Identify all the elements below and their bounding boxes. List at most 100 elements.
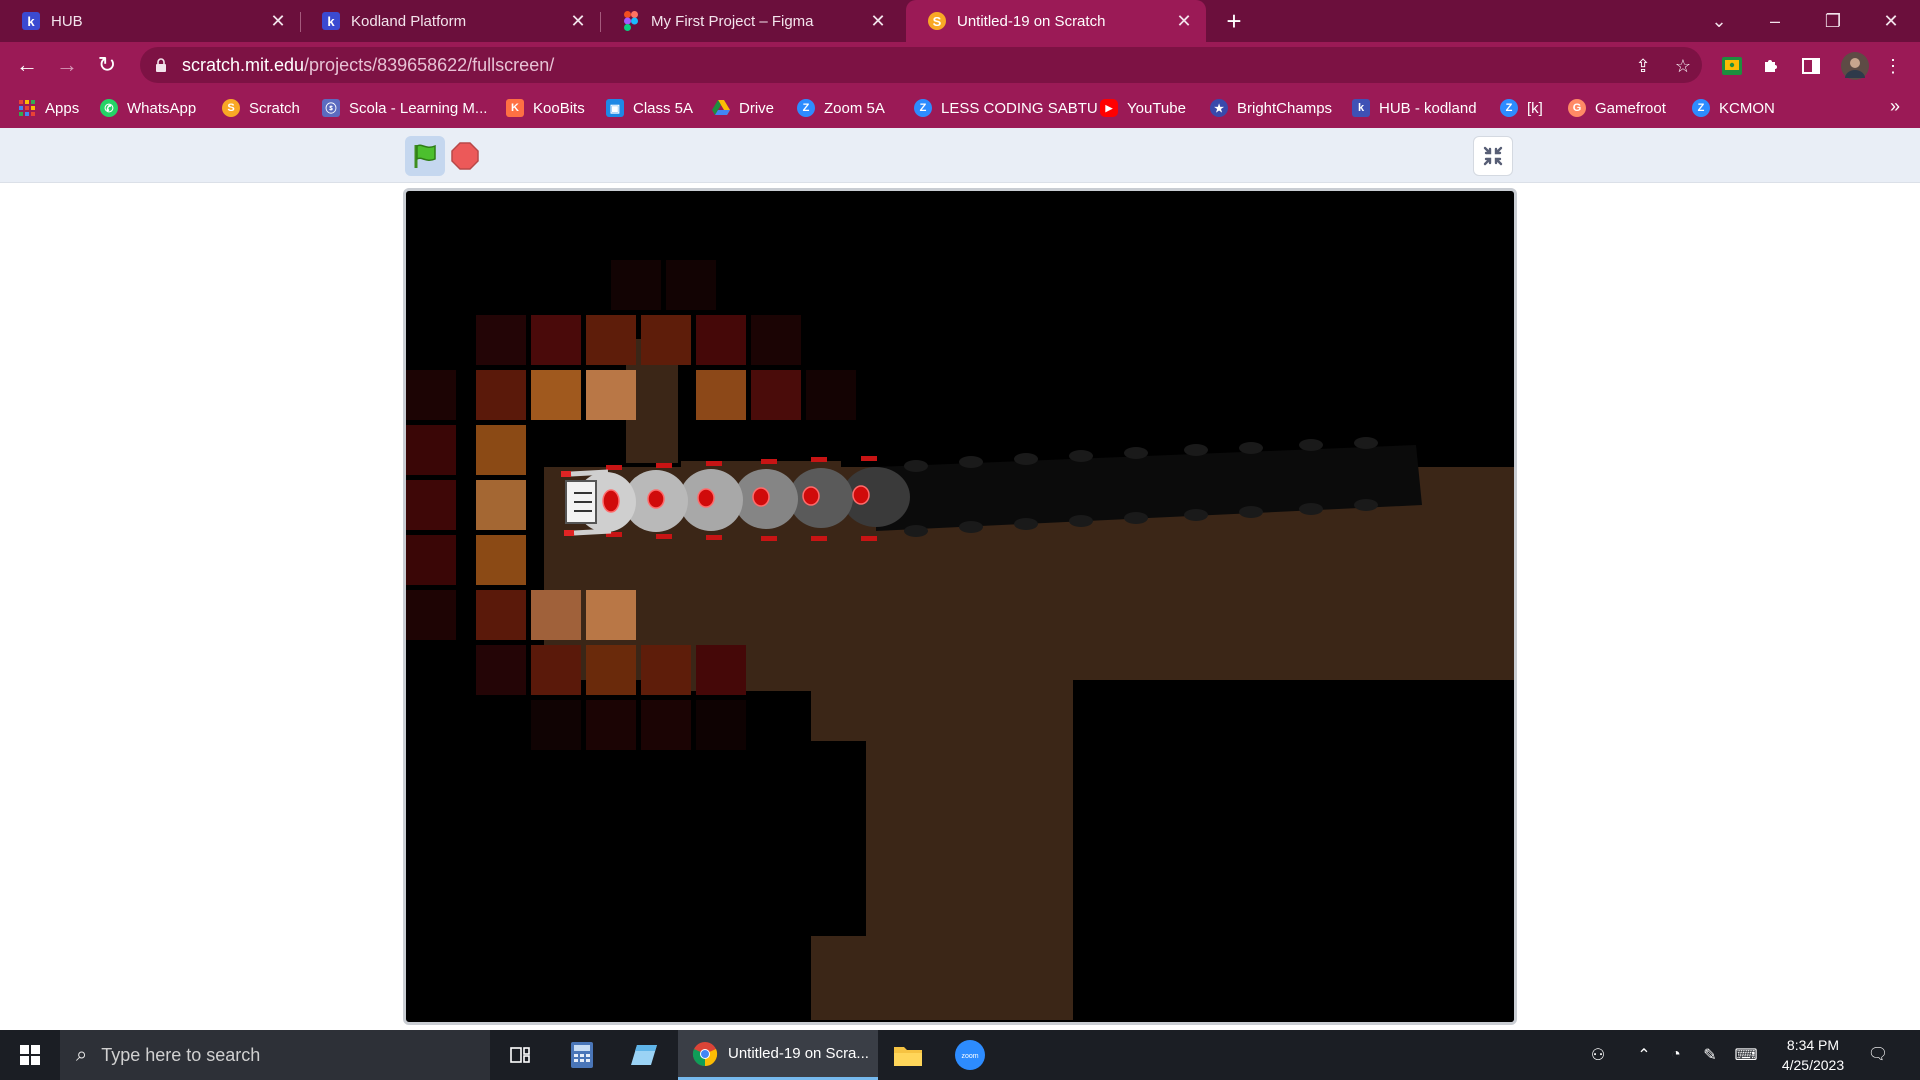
bookmark-label: HUB - kodland [1379,99,1477,117]
bookmark-koobits[interactable]: K KooBits [506,96,585,120]
zoom-app[interactable]: zoom [950,1030,990,1080]
close-icon[interactable]: ✕ [868,11,888,31]
tab-title: Untitled-19 on Scratch [957,12,1106,30]
figma-icon [622,11,640,31]
calculator-app[interactable] [562,1030,602,1080]
green-flag-button[interactable] [405,136,445,176]
close-icon[interactable]: ✕ [568,11,588,31]
zoom-icon: Z [797,99,815,117]
restore-button[interactable]: ❐ [1810,0,1856,42]
bookmark-label: Drive [739,99,775,117]
tab-strip: k HUB ✕ k Kodland Platform ✕ My First Pr… [0,0,1920,42]
file-explorer-app[interactable] [888,1030,928,1080]
bookmark-label: Zoom 5A [824,99,885,117]
whatsapp-icon: ✆ [100,99,118,117]
bookmark-scratch[interactable]: S Scratch [222,96,300,120]
kodland-icon: k [322,12,340,30]
close-window-button[interactable]: ✕ [1868,0,1914,42]
dark-block [736,786,866,936]
bookmarks-bar: Apps ✆ WhatsApp S Scratch ⓢ Scola - Lear… [0,88,1920,128]
tab-hub[interactable]: k HUB ✕ [0,0,300,42]
extensions-puzzle-icon[interactable] [1760,55,1782,77]
bookmark-apps[interactable]: Apps [18,96,79,120]
touch-keyboard-icon[interactable]: ⌨ [1734,1044,1758,1066]
menu-kebab-icon[interactable]: ⋮ [1882,55,1904,77]
bookmark-star-icon[interactable]: ☆ [1672,55,1694,77]
clock-date: 4/25/2023 [1781,1057,1845,1073]
bookmark-k[interactable]: Z [k] [1500,96,1543,120]
scratch-player-header [0,128,1920,183]
bookmark-whatsapp[interactable]: ✆ WhatsApp [100,96,196,120]
calculator-icon [571,1042,593,1068]
zoom-icon: Z [1692,99,1710,117]
forward-button[interactable]: → [52,50,82,80]
side-panel-icon[interactable] [1800,55,1822,77]
back-button[interactable]: ← [12,50,42,80]
bookmark-label: BrightChamps [1237,99,1333,117]
taskbar-clock[interactable]: 8:34 PM 4/25/2023 [1768,1035,1858,1075]
bookmark-gamefroot[interactable]: G Gamefroot [1568,96,1666,120]
dark-area [1073,680,1514,1022]
close-icon[interactable]: ✕ [268,11,288,31]
url-host: scratch.mit.edu [182,54,305,75]
notes-app[interactable] [624,1030,664,1080]
bookmarks-overflow-button[interactable]: » [1890,96,1900,117]
bookmark-drive[interactable]: Drive [712,96,774,120]
game-canvas[interactable] [406,191,1514,1022]
tab-kodland-platform[interactable]: k Kodland Platform ✕ [300,0,600,42]
reload-button[interactable]: ↻ [92,50,122,80]
google-classroom-extension-icon[interactable] [1721,55,1743,77]
windows-taskbar: ⌕ Type here to search Untitled-19 on Scr… [0,1030,1920,1080]
green-flag-icon [414,144,436,168]
bookmark-youtube[interactable]: ▶ YouTube [1100,96,1186,120]
show-hidden-icons-chevron-icon[interactable]: ⌃ [1632,1044,1656,1066]
bookmark-label: Scratch [249,99,300,117]
tab-title: Kodland Platform [351,12,467,30]
bookmark-less-coding-sabtu[interactable]: Z LESS CODING SABTU [914,96,1098,120]
bookmark-label: WhatsApp [127,99,197,117]
address-bar[interactable]: scratch.mit.edu/projects/839658622/fulls… [140,47,1702,83]
chrome-icon [692,1041,718,1066]
task-view-button[interactable] [500,1030,540,1080]
bookmark-hub-kodland[interactable]: k HUB - kodland [1352,96,1477,120]
zoom-icon: Z [1500,99,1518,117]
notifications-icon[interactable]: 🗨 [1866,1043,1890,1065]
close-icon[interactable]: ✕ [1174,11,1194,31]
start-button[interactable] [0,1030,60,1080]
scratch-stage[interactable] [403,188,1517,1025]
minimize-button[interactable]: – [1752,0,1798,42]
new-tab-button[interactable]: + [1220,8,1248,36]
task-view-icon [510,1047,530,1063]
exit-fullscreen-button[interactable] [1473,136,1513,176]
koobits-icon: K [506,99,524,117]
zoom-icon: zoom [955,1040,985,1070]
tab-figma[interactable]: My First Project – Figma ✕ [600,0,900,42]
profile-avatar[interactable] [1841,52,1869,80]
browser-toolbar: ← → ↻ scratch.mit.edu/projects/839658622… [0,42,1920,88]
wifi-icon[interactable]: ◔ [1664,1044,1688,1066]
bookmark-brightchamps[interactable]: ★ BrightChamps [1210,96,1332,120]
windows-logo-icon [20,1045,40,1065]
chrome-taskbar-item[interactable]: Untitled-19 on Scra... [678,1030,878,1080]
zoom-icon: Z [914,99,932,117]
bookmark-label: [k] [1527,99,1543,117]
people-icon[interactable]: ⚇ [1586,1044,1610,1066]
tab-scratch[interactable]: S Untitled-19 on Scratch ✕ [906,0,1206,42]
clock-time: 8:34 PM [1786,1037,1840,1053]
stop-button[interactable] [451,142,479,170]
exit-fullscreen-icon [1483,146,1503,166]
kodland-icon: k [22,12,40,30]
share-icon[interactable]: ⇪ [1632,55,1654,77]
bookmark-scola[interactable]: ⓢ Scola - Learning M... [322,96,487,120]
url-path: /projects/839658622/fullscreen/ [304,54,555,75]
tab-search-icon[interactable]: ⌄ [1696,0,1742,42]
pen-icon[interactable]: ✎ [1698,1044,1722,1066]
folder-icon [894,1047,922,1066]
lock-icon[interactable] [154,58,168,72]
bookmark-kcmon[interactable]: Z KCMON [1692,96,1775,120]
youtube-icon: ▶ [1100,99,1118,117]
taskbar-search-input[interactable]: ⌕ Type here to search [60,1030,490,1080]
kodland-icon: k [1352,99,1370,117]
bookmark-zoom-5a[interactable]: Z Zoom 5A [797,96,885,120]
bookmark-class-5a[interactable]: ▣ Class 5A [606,96,693,120]
